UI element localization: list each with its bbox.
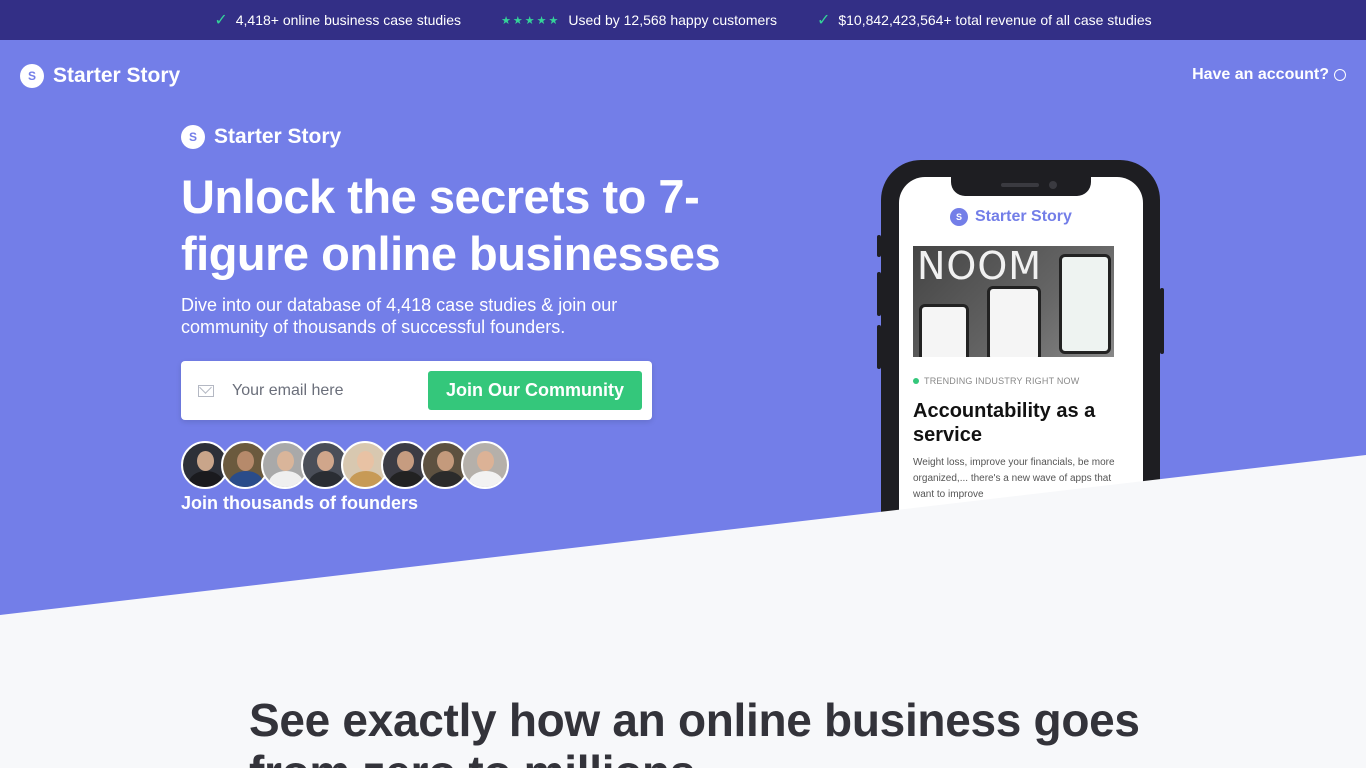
noom-cover-image: NOOM <box>913 246 1114 357</box>
case-studies-text: 4,418+ online business case studies <box>235 12 462 28</box>
logo-badge-icon: S <box>950 208 968 226</box>
join-community-button[interactable]: Join Our Community <box>428 371 642 410</box>
article-title[interactable]: Accountability as a service <box>913 399 1128 447</box>
have-account-link[interactable]: Have an account? <box>1192 66 1346 84</box>
mail-icon <box>198 384 214 397</box>
trending-label: TRENDING INDUSTRY RIGHT NOW <box>913 376 1079 386</box>
screen-logo: S Starter Story <box>950 208 1072 226</box>
logo-badge-icon: S <box>20 64 44 88</box>
case-studies-stat: ✓ 4,418+ online business case studies <box>214 10 461 30</box>
noom-word: NOOM <box>917 246 1043 288</box>
app-phone-image <box>1059 254 1111 354</box>
section-title: See exactly how an online business goes … <box>249 694 1140 768</box>
star-rating-icon: ★★★★★ <box>501 14 561 27</box>
customers-text: Used by 12,568 happy customers <box>568 12 777 28</box>
hero-brand-name: Starter Story <box>214 125 342 148</box>
revenue-stat: ✓ $10,842,423,564+ total revenue of all … <box>817 10 1152 30</box>
customers-stat: ★★★★★ Used by 12,568 happy customers <box>501 12 777 28</box>
hero-headline: Unlock the secrets to 7-figure online bu… <box>181 170 721 280</box>
email-input[interactable] <box>232 381 412 400</box>
top-announcement-bar: ✓ 4,418+ online business case studies ★★… <box>0 0 1366 40</box>
app-phone-image <box>987 286 1041 357</box>
screen-brand-name: Starter Story <box>975 208 1072 225</box>
phone-side-button <box>877 325 881 369</box>
app-phone-image <box>919 304 969 357</box>
phone-side-button <box>877 235 881 257</box>
hero-subhead: Dive into our database of 4,418 case stu… <box>181 295 618 337</box>
phone-side-button <box>877 272 881 316</box>
check-icon: ✓ <box>214 12 228 29</box>
logo-badge-icon: S <box>181 125 205 149</box>
green-dot-icon <box>913 378 919 384</box>
founders-label: Join thousands of founders <box>181 493 418 513</box>
check-icon: ✓ <box>816 12 831 29</box>
signup-form: Join Our Community <box>181 361 652 420</box>
hero-logo: S Starter Story <box>181 125 341 149</box>
revenue-text: $10,842,423,564+ total revenue of all ca… <box>838 12 1152 28</box>
phone-side-button <box>1160 288 1164 354</box>
founder-avatars <box>181 441 509 489</box>
user-icon <box>1334 69 1346 81</box>
phone-notch <box>951 177 1091 196</box>
have-account-label: Have an account? <box>1192 66 1329 83</box>
nav-logo[interactable]: S Starter Story <box>20 64 180 88</box>
nav-brand-name: Starter Story <box>53 64 181 87</box>
trending-text: TRENDING INDUSTRY RIGHT NOW <box>924 376 1080 386</box>
avatar <box>461 441 509 489</box>
